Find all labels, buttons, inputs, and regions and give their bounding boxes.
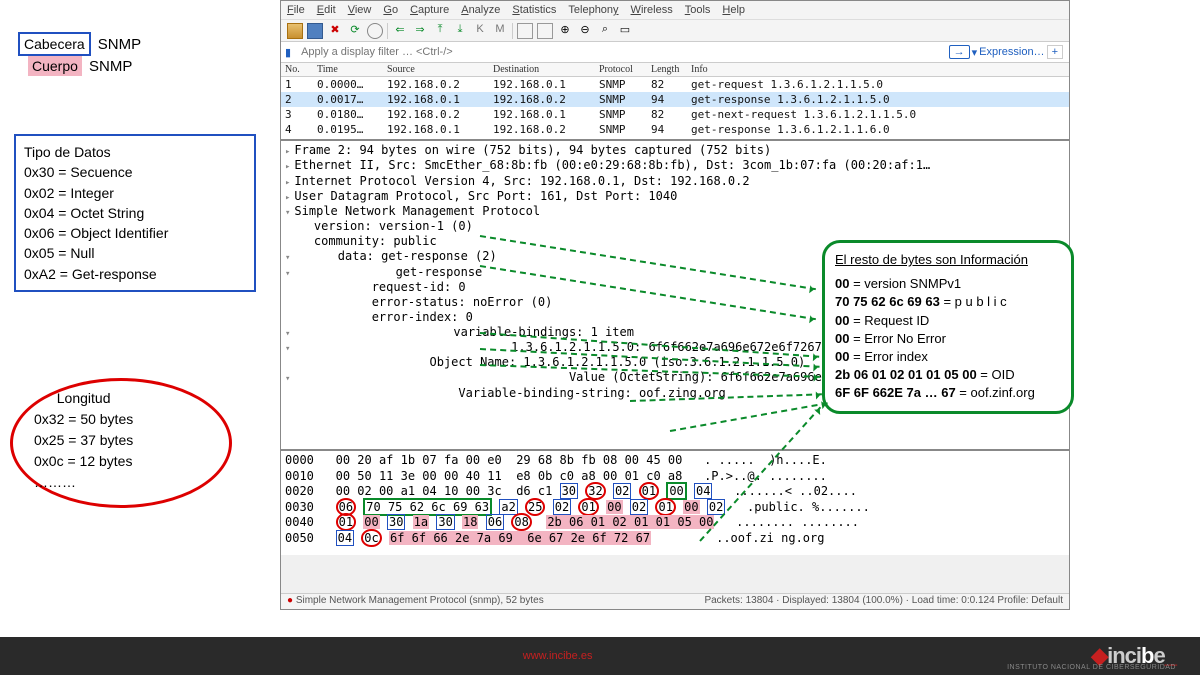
jump2-icon[interactable]: ⤓ (452, 23, 468, 39)
longitud-row: ……… (34, 472, 133, 493)
bubble-row: 2b 06 01 02 01 01 05 00 = OID (835, 366, 1061, 384)
col-time[interactable]: Time (313, 63, 383, 76)
longitud-title: Longitud (34, 388, 133, 409)
zoomin-icon[interactable]: ⊕ (557, 23, 573, 39)
packet-bytes-pane[interactable]: 0000 00 20 af 1b 07 fa 00 e0 29 68 8b fb… (281, 451, 1069, 555)
colorize-icon[interactable] (537, 23, 553, 39)
menubar: File Edit View Go Capture Analyze Statis… (281, 1, 1069, 19)
legend-cabecera: Cabecera SNMP (18, 32, 141, 56)
hex-row: 0000 00 20 af 1b 07 fa 00 e0 29 68 8b fb… (285, 453, 1065, 469)
legend-cuerpo: Cuerpo SNMP (28, 56, 132, 76)
detail-eth[interactable]: Ethernet II, Src: SmcEther_68:8b:fb (00:… (285, 158, 1065, 173)
packet-row[interactable]: 30.0180…192.168.0.2192.168.0.1SNMP82get-… (281, 107, 1069, 122)
col-prot[interactable]: Protocol (595, 63, 647, 76)
detail-snmp[interactable]: Simple Network Management Protocol (285, 204, 1065, 219)
col-len[interactable]: Length (647, 63, 687, 76)
tipo-row: 0x30 = Secuence (24, 162, 246, 182)
status-right: Packets: 13804 · Displayed: 13804 (100.0… (704, 595, 1063, 608)
resize-icon[interactable]: ▭ (617, 23, 633, 39)
filter-bar: ▮ → ▾ Expression… + (281, 41, 1069, 63)
menu-analyze[interactable]: Analyze (461, 4, 500, 16)
autoscroll-icon[interactable] (517, 23, 533, 39)
last-icon[interactable]: M (492, 23, 508, 39)
add-filter-button[interactable]: + (1047, 45, 1063, 59)
bookmark-icon[interactable]: ▮ (281, 46, 295, 59)
tipo-row: 0x05 = Null (24, 243, 246, 263)
fwd-icon[interactable]: ⇒ (412, 23, 428, 39)
zoom1-icon[interactable]: ⌕ (597, 23, 613, 39)
detail-version[interactable]: version: version-1 (0) (285, 219, 1065, 234)
bubble-row: 00 = Error No Error (835, 330, 1061, 348)
label-snmp-1: SNMP (98, 36, 141, 53)
col-no[interactable]: No. (281, 63, 313, 76)
hex-row: 0050 04 0c 6f 6f 66 2e 7a 69 6e 67 2e 6f… (285, 531, 1065, 547)
filter-input[interactable] (295, 43, 943, 61)
statusbar: ● Simple Network Management Protocol (sn… (281, 593, 1069, 609)
tipo-row: 0x02 = Integer (24, 183, 246, 203)
zoomout-icon[interactable]: ⊖ (577, 23, 593, 39)
open-icon[interactable] (287, 23, 303, 39)
swatch-body: Cuerpo (28, 56, 82, 76)
packet-list-pane[interactable]: No. Time Source Destination Protocol Len… (281, 63, 1069, 141)
detail-ip[interactable]: Internet Protocol Version 4, Src: 192.16… (285, 174, 1065, 189)
col-info[interactable]: Info (687, 63, 1069, 76)
toolbar: ✖ ⟳ ⇐ ⇒ ⤒ ⤓ K M ⊕ ⊖ ⌕ ▭ (281, 19, 1069, 41)
bubble-row: 00 = Error index (835, 348, 1061, 366)
packet-row[interactable]: 20.0017…192.168.0.1192.168.0.2SNMP94get-… (281, 92, 1069, 107)
menu-help[interactable]: Help (722, 4, 745, 16)
tipo-title: Tipo de Datos (24, 142, 246, 162)
expression-button[interactable]: Expression… (979, 46, 1044, 58)
longitud-row: 0x25 = 37 bytes (34, 430, 133, 451)
back-icon[interactable]: ⇐ (392, 23, 408, 39)
packet-row[interactable]: 10.0000…192.168.0.2192.168.0.1SNMP82get-… (281, 77, 1069, 92)
longitud-text: Longitud 0x32 = 50 bytes 0x25 = 37 bytes… (34, 388, 133, 493)
tipo-row: 0x06 = Object Identifier (24, 223, 246, 243)
footer-url: www.incibe.es (523, 650, 593, 662)
menu-view[interactable]: View (348, 4, 372, 16)
label-snmp-2: SNMP (89, 58, 132, 75)
menu-telephony[interactable]: Telephony (568, 4, 618, 16)
status-dot-icon: ● (287, 595, 293, 606)
find-icon[interactable] (367, 23, 383, 39)
bubble-title: El resto de bytes son Información (835, 251, 1061, 269)
save-icon[interactable] (307, 23, 323, 39)
bubble-row: 00 = Request ID (835, 312, 1061, 330)
bubble-row: 70 75 62 6c 69 63 = p u b l i c (835, 293, 1061, 311)
jump-icon[interactable]: ⤒ (432, 23, 448, 39)
detail-frame[interactable]: Frame 2: 94 bytes on wire (752 bits), 94… (285, 143, 1065, 158)
footer-sub: INSTITUTO NACIONAL DE CIBERSEGURIDAD (1007, 664, 1176, 671)
menu-tools[interactable]: Tools (685, 4, 711, 16)
first-icon[interactable]: K (472, 23, 488, 39)
bubble-row: 00 = version SNMPv1 (835, 275, 1061, 293)
bubble-row: 6F 6F 662E 7a … 67 = oof.zinf.org (835, 384, 1061, 402)
menu-file[interactable]: File (287, 4, 305, 16)
footer: www.incibe.es ◆incibe_ INSTITUTO NACIONA… (0, 637, 1200, 675)
swatch-header: Cabecera (18, 32, 91, 56)
menu-wireless[interactable]: Wireless (631, 4, 673, 16)
menu-edit[interactable]: Edit (317, 4, 336, 16)
col-src[interactable]: Source (383, 63, 489, 76)
menu-statistics[interactable]: Statistics (512, 4, 556, 16)
col-dst[interactable]: Destination (489, 63, 595, 76)
menu-go[interactable]: Go (383, 4, 398, 16)
tipo-row: 0xA2 = Get-response (24, 264, 246, 284)
info-bubble: El resto de bytes son Información 00 = v… (822, 240, 1074, 414)
tipo-datos-box: Tipo de Datos 0x30 = Secuence 0x02 = Int… (14, 134, 256, 292)
detail-udp[interactable]: User Datagram Protocol, Src Port: 161, D… (285, 189, 1065, 204)
filter-dropdown-icon[interactable]: ▾ (972, 46, 978, 59)
filter-arrow-icon[interactable]: → (949, 45, 970, 59)
status-left: Simple Network Management Protocol (snmp… (296, 595, 544, 606)
packet-list-header: No. Time Source Destination Protocol Len… (281, 63, 1069, 77)
longitud-row: 0x32 = 50 bytes (34, 409, 133, 430)
tipo-row: 0x04 = Octet String (24, 203, 246, 223)
longitud-row: 0x0c = 12 bytes (34, 451, 133, 472)
hex-row: 0040 01 00 30 1a 30 18 06 08 2b 06 01 02… (285, 515, 1065, 531)
packet-row[interactable]: 40.0195…192.168.0.1192.168.0.2SNMP94get-… (281, 122, 1069, 137)
close-icon[interactable]: ✖ (327, 23, 343, 39)
reload-icon[interactable]: ⟳ (347, 23, 363, 39)
menu-capture[interactable]: Capture (410, 4, 449, 16)
